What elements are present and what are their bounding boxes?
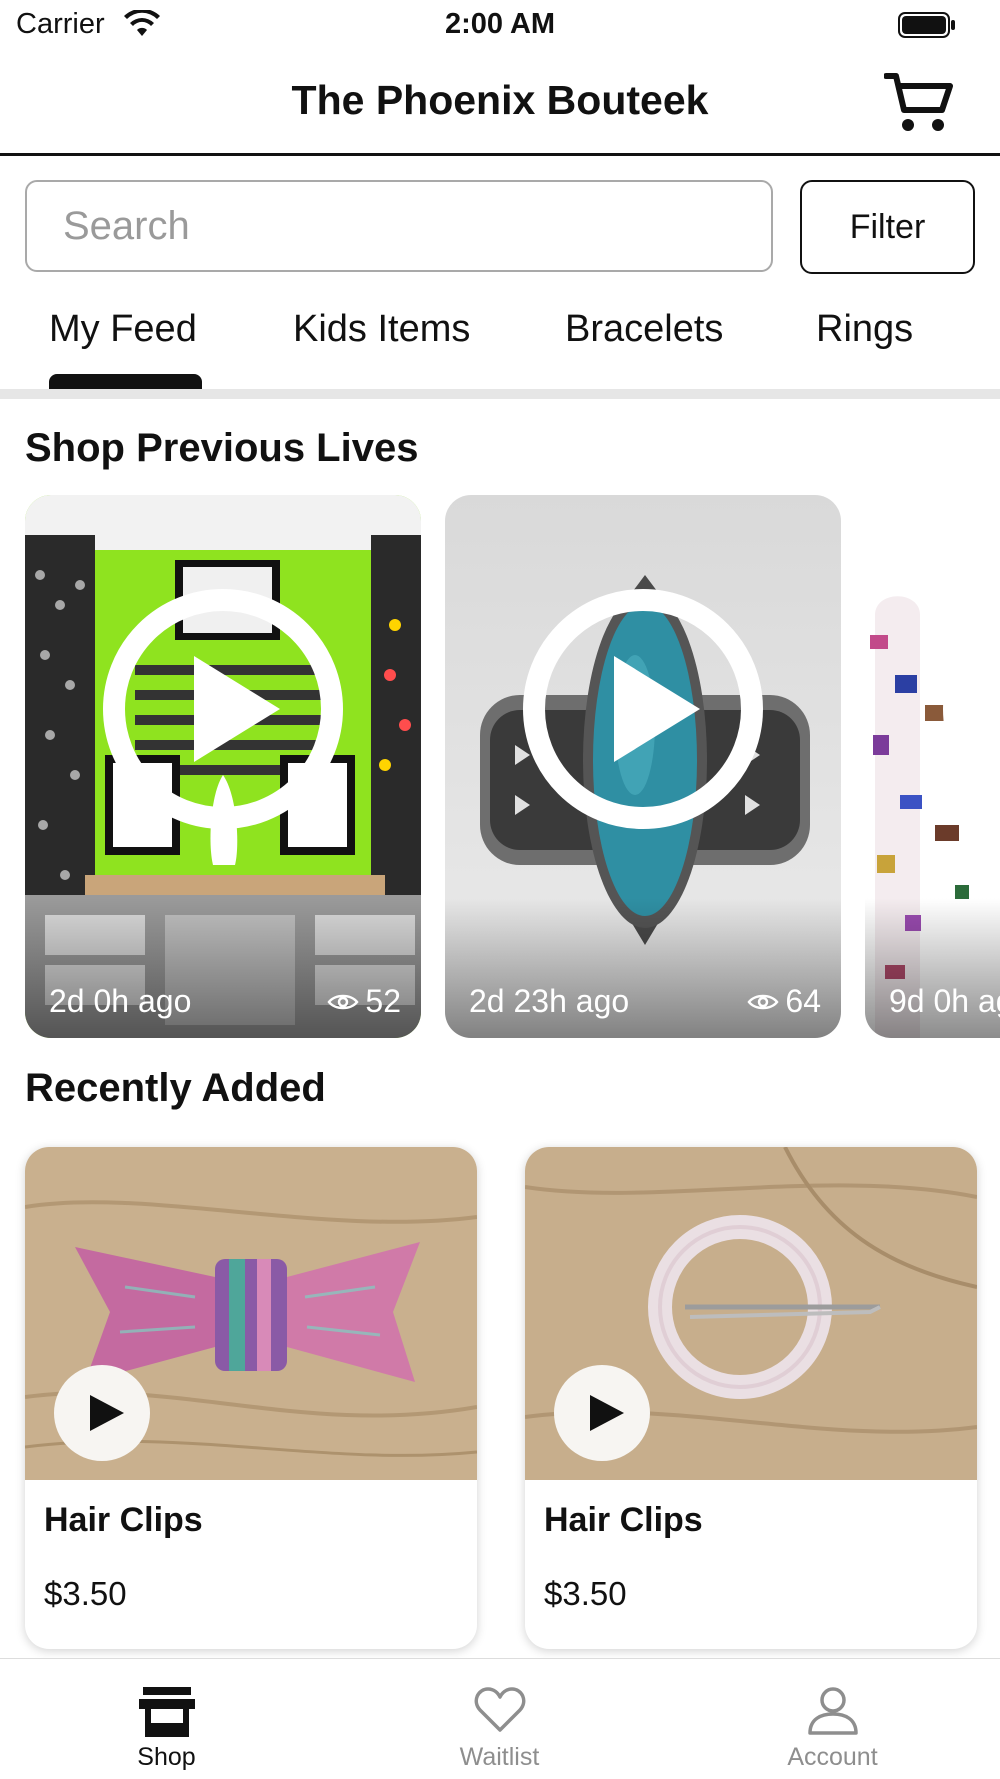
tab-account[interactable]: Account bbox=[666, 1659, 999, 1779]
play-icon[interactable] bbox=[522, 588, 764, 830]
tab-account-label: Account bbox=[787, 1743, 878, 1771]
view-count-value: 64 bbox=[785, 983, 821, 1019]
play-icon[interactable] bbox=[942, 588, 1000, 830]
live-time-ago: 9d 0h ago bbox=[889, 983, 1000, 1019]
play-icon[interactable] bbox=[102, 588, 344, 830]
product-name: Hair Clips bbox=[44, 1501, 203, 1539]
filter-button[interactable]: Filter bbox=[800, 180, 975, 274]
tab-shop[interactable]: Shop bbox=[0, 1659, 333, 1779]
tab-bracelets[interactable]: Bracelets bbox=[565, 308, 723, 351]
status-bar: Carrier 2:00 AM bbox=[0, 0, 1000, 50]
section-title-recently-added: Recently Added bbox=[25, 1066, 326, 1110]
tab-shop-label: Shop bbox=[137, 1743, 196, 1771]
tab-waitlist-label: Waitlist bbox=[459, 1743, 540, 1771]
previous-lives-carousel[interactable]: 2d 0h ago 52 2d 23h ago 64 9d 0h a bbox=[0, 495, 1000, 1040]
store-icon bbox=[138, 1687, 195, 1737]
bottom-tab-bar: Shop Waitlist Account bbox=[0, 1658, 1000, 1779]
product-name: Hair Clips bbox=[544, 1501, 703, 1539]
section-title-previous-lives: Shop Previous Lives bbox=[25, 426, 419, 470]
live-time-ago: 2d 0h ago bbox=[49, 983, 192, 1019]
search-input[interactable] bbox=[25, 180, 773, 272]
person-icon bbox=[807, 1687, 858, 1735]
navigation-bar: The Phoenix Bouteek bbox=[0, 55, 1000, 156]
play-icon[interactable] bbox=[54, 1365, 150, 1461]
tab-waitlist[interactable]: Waitlist bbox=[333, 1659, 666, 1779]
tab-my-feed[interactable]: My Feed bbox=[49, 308, 197, 351]
product-price: $3.50 bbox=[44, 1575, 127, 1612]
live-video-card[interactable]: 2d 23h ago 64 bbox=[445, 495, 841, 1038]
product-card[interactable]: Hair Clips $3.50 bbox=[25, 1147, 477, 1649]
tab-kids-items[interactable]: Kids Items bbox=[293, 308, 470, 351]
heart-icon bbox=[474, 1687, 525, 1732]
play-icon[interactable] bbox=[554, 1365, 650, 1461]
cart-icon[interactable] bbox=[884, 70, 954, 134]
battery-icon bbox=[898, 12, 955, 38]
product-price: $3.50 bbox=[544, 1575, 627, 1612]
live-time-ago: 2d 23h ago bbox=[469, 983, 630, 1019]
eye-icon bbox=[747, 994, 779, 1009]
live-video-card[interactable]: 2d 0h ago 52 bbox=[25, 495, 421, 1038]
view-count: 52 bbox=[327, 983, 401, 1020]
product-card[interactable]: Hair Clips $3.50 bbox=[525, 1147, 977, 1649]
divider bbox=[0, 389, 1000, 399]
view-count-value: 52 bbox=[365, 983, 401, 1019]
eye-icon bbox=[327, 994, 359, 1009]
selected-tab-indicator bbox=[49, 374, 202, 390]
clock: 2:00 AM bbox=[444, 8, 556, 40]
live-video-card[interactable]: 9d 0h ago bbox=[865, 495, 1000, 1038]
tab-rings[interactable]: Rings bbox=[816, 308, 913, 351]
view-count: 64 bbox=[747, 983, 821, 1020]
page-title: The Phoenix Bouteek bbox=[291, 77, 709, 123]
